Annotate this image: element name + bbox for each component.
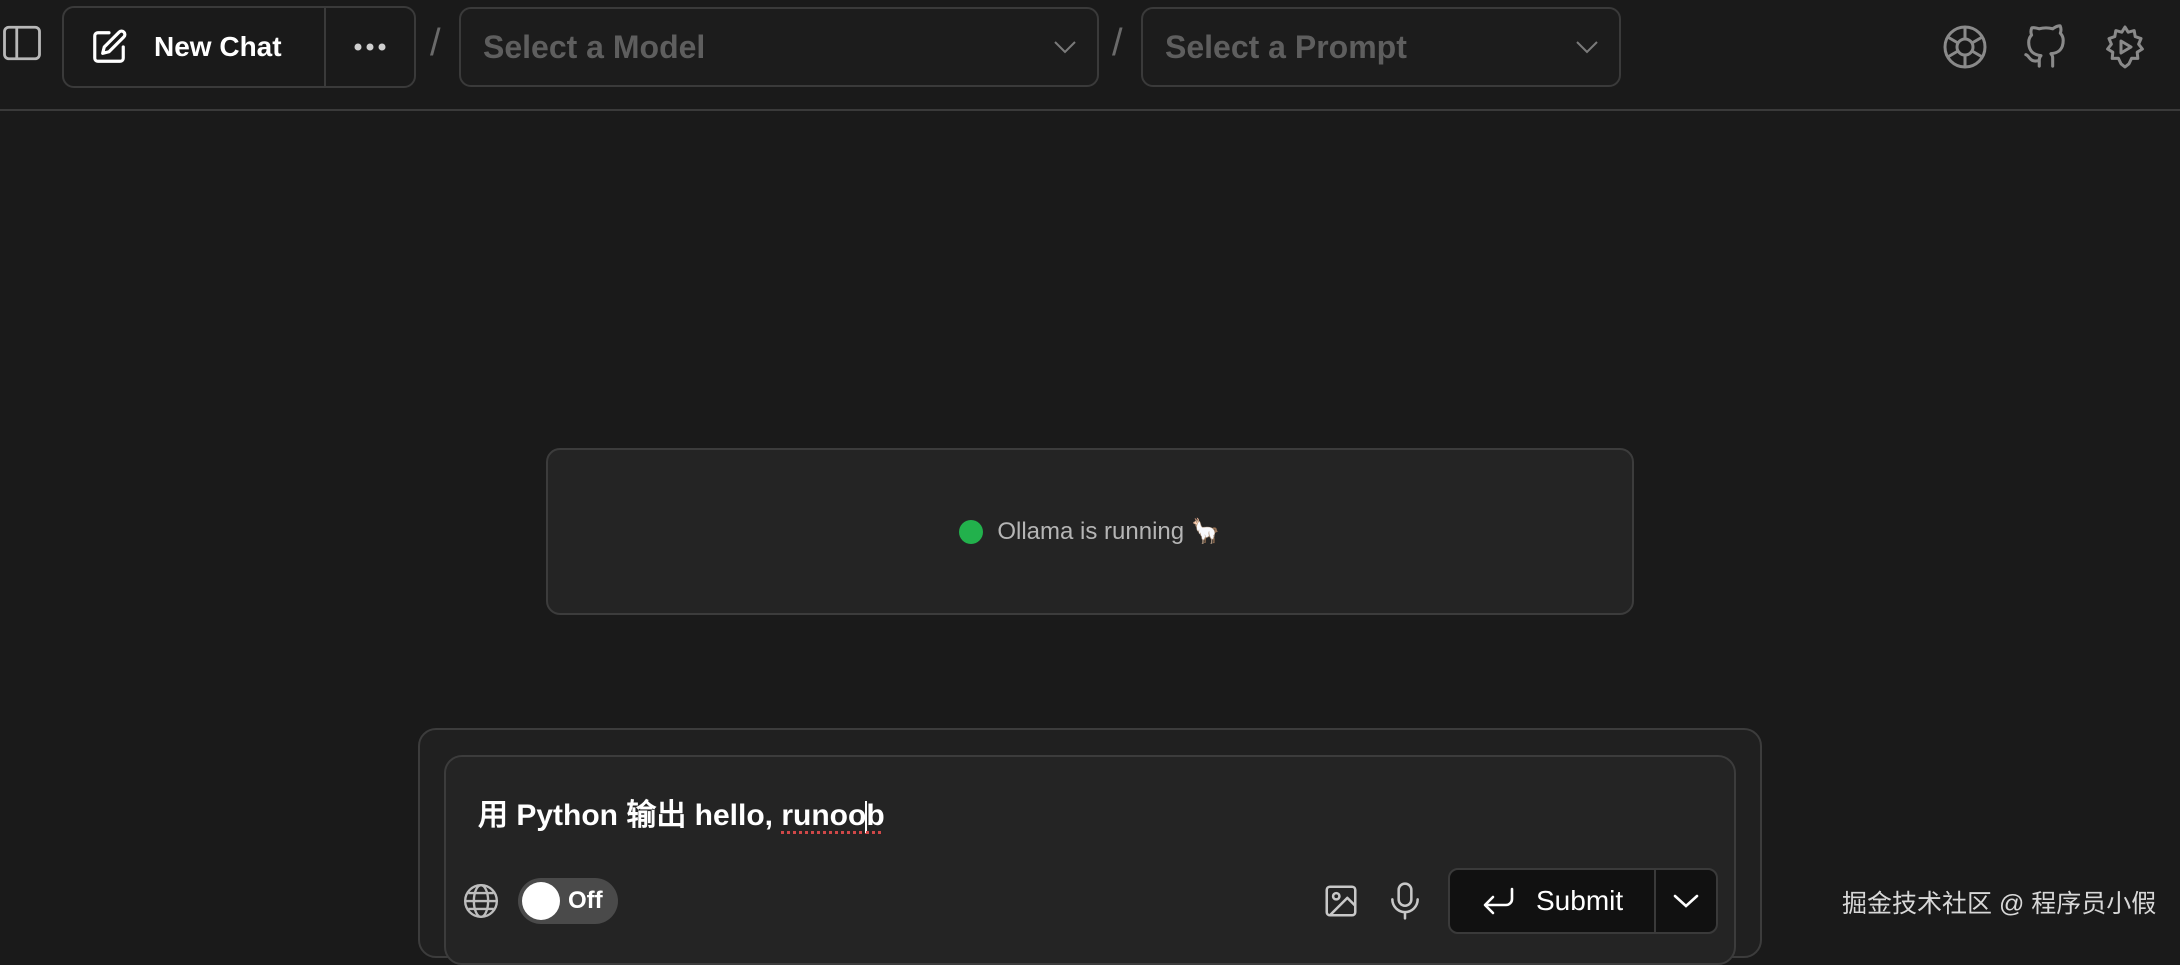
new-chat-button[interactable]: New Chat xyxy=(64,8,326,86)
toggle-state-label: Off xyxy=(568,887,603,914)
breadcrumb-separator: / xyxy=(1112,22,1123,64)
voice-input-button[interactable] xyxy=(1386,880,1424,922)
submit-button[interactable]: Submit xyxy=(1450,870,1656,932)
prompt-input[interactable]: 用 Python 输出 hello, runoob xyxy=(478,790,885,834)
image-icon xyxy=(1325,885,1357,917)
breadcrumb-separator: / xyxy=(430,22,441,64)
prompt-select-placeholder: Select a Prompt xyxy=(1165,28,1407,65)
submit-options-button[interactable] xyxy=(1656,870,1716,932)
web-search-button[interactable] xyxy=(462,882,500,920)
watermark: 掘金技术社区 @ 程序员小假 xyxy=(1842,890,2157,918)
openai-icon xyxy=(1943,25,1987,69)
model-select-placeholder: Select a Model xyxy=(483,28,706,65)
top-header: New Chat / Select a Model / Select a Pro… xyxy=(0,0,2180,111)
new-chat-group: New Chat xyxy=(62,6,416,88)
sidebar-toggle-button[interactable] xyxy=(0,22,44,64)
status-indicator xyxy=(959,519,984,544)
globe-icon xyxy=(463,883,499,919)
server-status-text: Ollama is running 🦙 xyxy=(997,518,1221,545)
model-select[interactable]: Select a Model xyxy=(459,7,1099,87)
edit-icon xyxy=(93,29,127,63)
more-icon xyxy=(354,43,386,51)
new-chat-label: New Chat xyxy=(154,31,282,62)
sidebar-toggle-icon xyxy=(3,25,41,61)
enter-icon xyxy=(1483,887,1514,915)
chevron-down-icon xyxy=(1576,41,1598,54)
prompt-text-word-part: runoo xyxy=(781,799,867,832)
prompt-select[interactable]: Select a Prompt xyxy=(1141,7,1621,87)
github-icon xyxy=(2024,24,2065,68)
prompt-text-word-end: b xyxy=(866,799,885,832)
openai-settings-button[interactable] xyxy=(1940,22,1990,72)
upload-image-button[interactable] xyxy=(1322,882,1360,920)
web-search-toggle[interactable]: Off xyxy=(518,878,618,924)
app-settings-button[interactable] xyxy=(2100,22,2150,72)
prompt-text-misspelled: runoob xyxy=(781,799,885,834)
microphone-icon xyxy=(1391,882,1419,920)
submit-label: Submit xyxy=(1536,885,1624,916)
chevron-down-icon xyxy=(1054,41,1076,54)
chevron-down-icon xyxy=(1673,894,1699,908)
settings-gear-icon xyxy=(2106,25,2144,69)
github-link[interactable] xyxy=(2020,22,2070,72)
more-options-button[interactable] xyxy=(326,8,414,86)
submit-group: Submit xyxy=(1448,868,1718,934)
server-status-card: Ollama is running 🦙 xyxy=(546,448,1634,615)
prompt-text-start: 用 Python 输出 hello, xyxy=(478,799,782,832)
toggle-knob xyxy=(522,882,560,920)
